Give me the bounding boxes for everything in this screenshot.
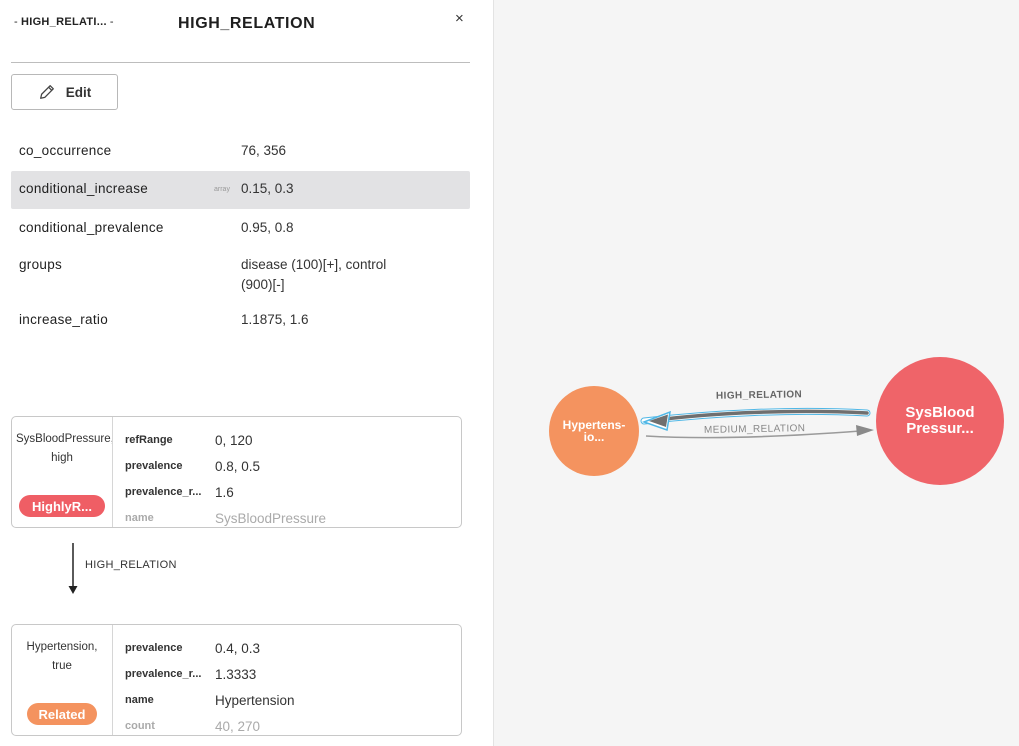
page-title: HIGH_RELATION — [178, 15, 316, 32]
pencil-icon — [39, 85, 54, 99]
property-list: co_occurrence 76, 356 conditional_increa… — [11, 134, 470, 338]
property-key: co_occurrence — [19, 143, 112, 158]
property-row-increase-ratio[interactable]: increase_ratio 1.1875, 1.6 — [11, 302, 470, 338]
node-category-badge[interactable]: HighlyR... — [19, 495, 105, 517]
type-tag: array — [214, 186, 230, 193]
edge-label-high-relation[interactable]: HIGH_RELATION — [716, 389, 802, 402]
graph-node-label: Hypertens- io... — [562, 418, 626, 444]
property-value: 76, 356 — [241, 143, 287, 158]
property-value: 0.15, 0.3 — [241, 181, 294, 196]
node-title: Hypertension, true — [12, 638, 112, 676]
property-row-co-occurrence[interactable]: co_occurrence 76, 356 — [11, 134, 470, 171]
node-label: SysBloodPressure, — [16, 433, 112, 445]
node-property-row: count 40, 270 — [125, 718, 261, 734]
graph-node-sysbloodpressure[interactable]: SysBlood Pressur... — [876, 357, 1004, 485]
graph-node-hypertension[interactable]: Hypertens- io... — [549, 386, 639, 476]
node-properties: prevalence 0.4, 0.3 prevalence_r... 1.33… — [125, 635, 453, 735]
edit-button-label: Edit — [65, 84, 92, 100]
close-icon[interactable]: × — [455, 10, 464, 27]
property-key: conditional_increase — [19, 181, 149, 196]
source-node-card[interactable]: SysBloodPressure, high HighlyR... refRan… — [11, 416, 462, 528]
node-property-row: refRange 0, 120 — [125, 432, 253, 448]
node-category-badge[interactable]: Related — [27, 703, 97, 725]
property-key: groups — [19, 257, 63, 272]
node-label: Hypertension, — [26, 641, 98, 653]
target-node-card[interactable]: Hypertension, true Related prevalence 0.… — [11, 624, 462, 736]
property-key: increase_ratio — [19, 312, 108, 327]
node-property-row: prevalence 0.4, 0.3 — [125, 640, 261, 656]
property-row-conditional-prevalence[interactable]: conditional_prevalence 0.95, 0.8 — [11, 209, 470, 246]
node-value: true — [52, 660, 72, 672]
property-value: disease (100)[+], control (900)[-] — [241, 257, 387, 292]
divider — [11, 62, 470, 63]
node-property-row: prevalence 0.8, 0.5 — [125, 458, 261, 474]
arrow-down-icon — [68, 543, 78, 594]
property-row-conditional-increase[interactable]: conditional_increase array 0.15, 0.3 — [11, 171, 470, 209]
node-property-row: name SysBloodPressure — [125, 510, 327, 526]
breadcrumb[interactable]: - HIGH_RELATI... - — [11, 16, 117, 28]
relation-label: HIGH_RELATION — [85, 559, 177, 571]
property-value: 0.95, 0.8 — [241, 220, 294, 235]
property-key: conditional_prevalence — [19, 220, 164, 235]
node-properties: refRange 0, 120 prevalence 0.8, 0.5 prev… — [125, 427, 453, 527]
graph-canvas[interactable]: HIGH_RELATION MEDIUM_RELATION Hypertens-… — [494, 0, 1019, 746]
graph-node-label: SysBlood Pressur... — [905, 404, 975, 437]
edit-button[interactable]: Edit — [11, 74, 118, 110]
node-property-row: prevalence_r... 1.3333 — [125, 666, 257, 682]
edge-label-medium-relation[interactable]: MEDIUM_RELATION — [704, 423, 806, 436]
breadcrumb-label: HIGH_RELATI... — [20, 16, 107, 28]
property-value: 1.1875, 1.6 — [241, 312, 309, 327]
node-title: SysBloodPressure, high — [12, 430, 112, 468]
node-property-row: name Hypertension — [125, 692, 295, 708]
node-summary: SysBloodPressure, high HighlyR... — [12, 417, 113, 527]
node-property-row: prevalence_r... 1.6 — [125, 484, 234, 500]
node-summary: Hypertension, true Related — [12, 625, 113, 735]
details-panel: - HIGH_RELATI... - HIGH_RELATION × Edit co… — [0, 0, 494, 746]
node-value: high — [51, 452, 73, 464]
property-row-groups[interactable]: groups disease (100)[+], control (900)[-… — [11, 246, 470, 302]
